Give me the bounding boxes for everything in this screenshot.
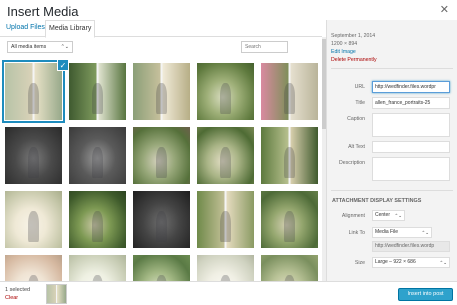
attachment-thumbnail[interactable]	[2, 60, 65, 123]
photo-subject	[155, 210, 168, 243]
close-icon[interactable]: ✕	[440, 3, 449, 16]
size-select[interactable]: Large – 922 × 686 ⌃⌄	[372, 257, 450, 268]
photo-subject	[27, 146, 40, 179]
photo-subject	[91, 146, 104, 179]
selection-count: 1 selected	[5, 287, 31, 293]
modal-title: Insert Media	[7, 4, 79, 19]
select-arrows-icon: ⌃⌄	[421, 230, 429, 235]
display-settings-heading: ATTACHMENT DISPLAY SETTINGS	[332, 198, 422, 204]
link-to-select[interactable]: Media File ⌃⌄	[372, 227, 432, 238]
photo-subject	[219, 146, 232, 179]
tab-media-library[interactable]: Media Library	[45, 20, 96, 38]
photo-subject	[219, 210, 232, 243]
title-field[interactable]: allen_france_portraits-25	[372, 97, 450, 109]
photo-subject	[27, 82, 40, 115]
alt-text-label: Alt Text	[348, 144, 365, 150]
select-arrows-icon: ⌃⌄	[439, 260, 447, 265]
divider	[331, 68, 453, 69]
media-tabs: Upload Files Media Library	[0, 20, 322, 38]
url-field[interactable]: http://wedfinder.files.wordpr	[372, 81, 450, 93]
selected-thumbnail[interactable]	[46, 284, 67, 304]
size-value: Large – 922 × 686	[375, 259, 416, 265]
attachment-thumbnail[interactable]	[261, 191, 318, 248]
attachment-thumbnail[interactable]	[133, 127, 190, 184]
photo-subject	[91, 82, 104, 115]
select-arrows-icon: ⌃⌄	[394, 213, 402, 218]
link-to-value: Media File	[375, 229, 399, 235]
insert-into-post-button[interactable]: Insert into post	[398, 288, 453, 301]
attachment-thumbnail[interactable]	[5, 191, 62, 248]
select-arrows-icon: ⌃⌄	[60, 44, 69, 50]
search-input[interactable]	[241, 41, 288, 53]
delete-permanently-link[interactable]: Delete Permanently	[331, 57, 377, 63]
photo-subject	[219, 82, 232, 115]
alignment-label: Alignment	[341, 213, 365, 219]
attachment-thumbnail[interactable]	[197, 191, 254, 248]
attachment-thumbnail[interactable]	[261, 127, 318, 184]
attachment-thumbnail[interactable]	[197, 255, 254, 281]
attachment-thumbnail[interactable]	[197, 63, 254, 120]
alignment-value: Center	[375, 212, 391, 218]
photo-subject	[283, 210, 296, 243]
description-field[interactable]	[372, 157, 450, 181]
attachment-thumbnail[interactable]	[133, 255, 190, 281]
attachment-thumbnail[interactable]	[69, 63, 126, 120]
alt-text-field[interactable]	[372, 141, 450, 153]
attachment-thumbnail[interactable]	[69, 127, 126, 184]
photo-subject	[155, 82, 168, 115]
tab-upload-files[interactable]: Upload Files	[3, 20, 48, 37]
photo-subject	[283, 82, 296, 115]
attachment-thumbnail[interactable]	[69, 255, 126, 281]
attachment-thumbnail[interactable]	[261, 255, 318, 281]
attachment-thumbnail[interactable]	[69, 191, 126, 248]
title-label: Title	[355, 100, 365, 106]
photo-subject	[27, 210, 40, 243]
attachment-thumbnail[interactable]	[133, 191, 190, 248]
attachment-thumbnail[interactable]	[5, 255, 62, 281]
image-dimensions: 1200 × 894	[331, 41, 358, 47]
attachment-thumbnail[interactable]	[133, 63, 190, 120]
photo-subject	[91, 210, 104, 243]
photo-subject	[155, 146, 168, 179]
caption-field[interactable]	[372, 113, 450, 137]
size-label: Size	[354, 260, 365, 266]
selected-check-icon[interactable]: ✓	[57, 59, 69, 71]
photo-subject	[283, 146, 296, 179]
caption-label: Caption	[347, 116, 365, 122]
media-toolbar-footer: 1 selected Clear Insert into post	[0, 281, 457, 305]
media-filter-select[interactable]: All media items ⌃⌄	[7, 41, 73, 53]
attachment-thumbnail[interactable]	[5, 127, 62, 184]
upload-date: September 1, 2014	[331, 33, 376, 39]
attachment-thumbnail[interactable]	[261, 63, 318, 120]
attachment-thumbnail[interactable]	[197, 127, 254, 184]
link-url-field: http://wedfinder.files.wordp	[372, 241, 450, 252]
clear-selection-link[interactable]: Clear	[5, 295, 18, 301]
description-label: Description	[339, 160, 365, 166]
media-filter-value: All media items	[11, 44, 47, 50]
url-label: URL	[354, 84, 365, 90]
attachments-grid: ✓	[0, 59, 322, 281]
edit-image-link[interactable]: Edit Image	[331, 49, 356, 55]
attachment-details-sidebar: September 1, 2014 1200 × 894 Edit Image …	[326, 20, 457, 281]
alignment-select[interactable]: Center ⌃⌄	[372, 210, 405, 221]
link-to-label: Link To	[348, 230, 365, 236]
divider	[331, 190, 453, 191]
